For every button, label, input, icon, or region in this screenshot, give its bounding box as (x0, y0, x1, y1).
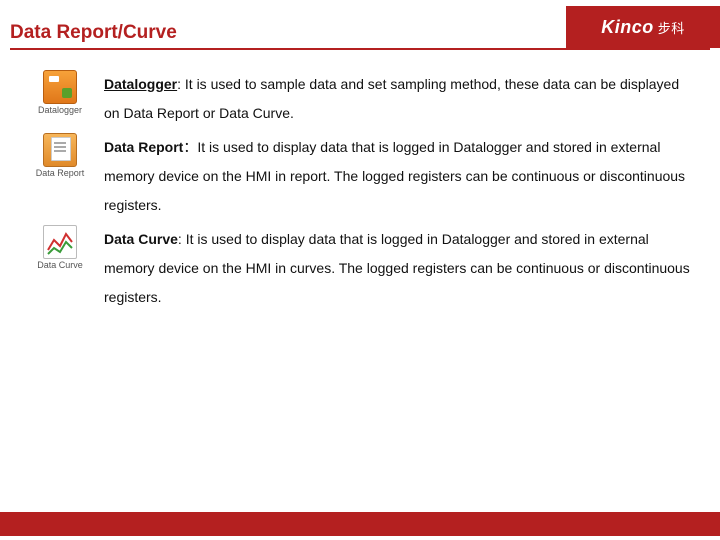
item-title: Data Report (104, 139, 183, 155)
item-title: Data Curve (104, 231, 178, 247)
data-curve-icon (43, 225, 77, 259)
data-report-icon (43, 133, 77, 167)
datalogger-icon (43, 70, 77, 104)
brand-text: Kinco (601, 17, 654, 38)
icon-label: Data Curve (28, 260, 92, 270)
item-data-report: Data Report Data Report：It is used to di… (28, 133, 692, 219)
item-text: Datalogger: It is used to sample data an… (104, 70, 692, 127)
item-datalogger: Datalogger Datalogger: It is used to sam… (28, 70, 692, 127)
brand-logo: Kinco 步科 (566, 6, 720, 48)
item-data-curve: Data Curve Data Curve: It is used to dis… (28, 225, 692, 311)
page-title: Data Report/Curve (10, 22, 566, 48)
item-title: Datalogger (104, 76, 177, 92)
item-desc: : It is used to sample data and set samp… (104, 76, 679, 121)
item-desc: : It is used to display data that is log… (104, 231, 690, 304)
item-text: Data Report：It is used to display data t… (104, 133, 692, 219)
icon-label: Datalogger (28, 105, 92, 115)
icon-label: Data Report (28, 168, 92, 178)
content-area: Datalogger Datalogger: It is used to sam… (0, 50, 720, 312)
item-text: Data Curve: It is used to display data t… (104, 225, 692, 311)
footer-bar (0, 512, 720, 536)
brand-cn: 步科 (658, 18, 685, 37)
item-desc: ：It is used to display data that is logg… (104, 139, 685, 212)
